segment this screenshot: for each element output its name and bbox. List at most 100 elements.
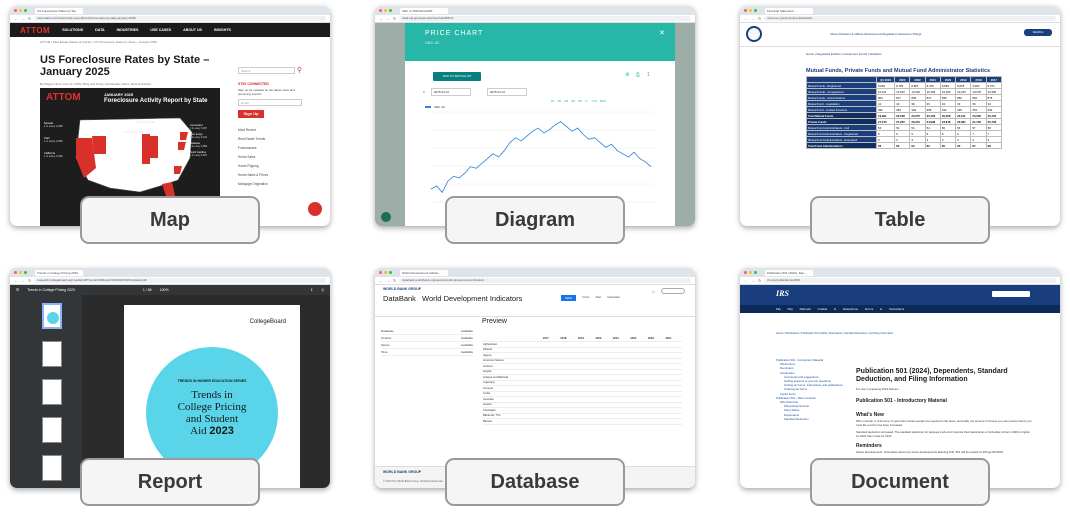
back-arrow-icon[interactable]: ← <box>14 16 18 21</box>
forward-arrow-icon[interactable]: → <box>386 16 390 21</box>
browser-tab[interactable]: CEC 4 | PRICECHART <box>400 7 448 14</box>
close-icon[interactable]: ✕ <box>659 29 665 37</box>
browser-tab[interactable]: World Development Indicat... <box>400 269 448 276</box>
nav-insights[interactable]: INSIGHTS <box>214 28 231 32</box>
maximize-dot-icon[interactable] <box>389 9 392 12</box>
maximize-dot-icon[interactable] <box>754 9 757 12</box>
url-field[interactable]: irs.gov/publications/p501 <box>764 278 1056 283</box>
page-readout[interactable]: 1 / 56 <box>143 288 152 292</box>
page-thumbnail[interactable] <box>42 341 62 367</box>
close-dot-icon[interactable] <box>14 271 17 274</box>
page-thumbnail[interactable] <box>42 417 62 443</box>
tab-metadata[interactable]: Metadata <box>607 295 620 301</box>
forward-arrow-icon[interactable]: → <box>751 278 755 283</box>
forward-arrow-icon[interactable]: → <box>386 278 390 283</box>
sidebar-link-home-sales-prices[interactable]: Home Sales & Prices <box>238 173 302 177</box>
close-dot-icon[interactable] <box>14 9 17 12</box>
reload-icon[interactable]: ↻ <box>758 16 761 21</box>
nav-use-cases[interactable]: USE CASES <box>150 28 171 32</box>
page-thumbnail[interactable] <box>42 455 62 481</box>
maximize-dot-icon[interactable] <box>24 271 27 274</box>
close-dot-icon[interactable] <box>744 9 747 12</box>
minimize-dot-icon[interactable] <box>384 9 387 12</box>
variable-row[interactable]: Series Available <box>381 342 473 349</box>
variable-row[interactable]: Country Available <box>381 335 473 342</box>
tab-table[interactable]: Table <box>561 295 577 301</box>
tab-chart[interactable]: Chart <box>582 295 589 301</box>
sidebar-link-home-flipping[interactable]: Home Flipping <box>238 164 302 168</box>
back-arrow-icon[interactable]: ← <box>744 16 748 21</box>
email-field[interactable]: Email <box>238 99 302 106</box>
home-icon[interactable]: ⌂ <box>652 289 655 295</box>
browser-tab[interactable]: US Foreclosure Rates by Sta <box>35 7 83 14</box>
reload-icon[interactable]: ↻ <box>393 16 396 21</box>
world-bank-logo[interactable]: WORLD BANK GROUP <box>383 287 421 291</box>
forward-arrow-icon[interactable]: → <box>21 278 25 283</box>
reload-icon[interactable]: ↻ <box>758 278 761 283</box>
page-thumbnail[interactable] <box>42 303 62 329</box>
range-1y[interactable]: 1Y <box>585 99 588 103</box>
close-dot-icon[interactable] <box>744 271 747 274</box>
sidebar-link-mortgage-origination[interactable]: Mortgage Origination <box>238 182 302 186</box>
sidebar-link-home-sales[interactable]: Home Sales <box>238 155 302 159</box>
site-logo[interactable]: ATTOM <box>20 26 50 35</box>
url-field[interactable]: databank.worldbank.org/source/world-deve… <box>399 278 691 283</box>
date-to-input[interactable]: 2025-03-31 <box>486 88 527 96</box>
range-6m[interactable]: 6M <box>578 99 582 103</box>
back-arrow-icon[interactable]: ← <box>379 278 383 283</box>
print-icon[interactable]: ⎙ <box>636 72 640 78</box>
main-nav[interactable]: File Pay Refunds Credits & Deductions Fo… <box>740 305 1060 313</box>
tab-map[interactable]: Map <box>596 295 602 301</box>
sign-in-button[interactable] <box>661 288 685 294</box>
maximize-dot-icon[interactable] <box>754 271 757 274</box>
range-5d[interactable]: 5D <box>558 99 562 103</box>
range-1d[interactable]: 1D <box>551 99 555 103</box>
sec-seal-logo[interactable] <box>746 26 762 42</box>
back-arrow-icon[interactable]: ← <box>14 278 18 283</box>
forward-arrow-icon[interactable]: → <box>751 16 755 21</box>
settings-icon[interactable]: ⚙ <box>625 72 629 78</box>
minimize-dot-icon[interactable] <box>19 9 22 12</box>
variable-row[interactable]: Database Available <box>381 328 473 335</box>
browser-tab[interactable]: Publication 501 (2024), Dep... <box>765 269 813 276</box>
url-field[interactable]: www.sec.gov/investment/statistics <box>764 16 1056 21</box>
minimize-dot-icon[interactable] <box>19 271 22 274</box>
chat-bubble-icon[interactable] <box>308 202 322 216</box>
url-field[interactable]: data.eia.gov/openapi/pricechart/NBC4 <box>399 16 691 21</box>
maximize-dot-icon[interactable] <box>389 271 392 274</box>
url-field[interactable]: attomdata.com/news/most-recent/foreclosu… <box>34 16 326 21</box>
date-from-input[interactable]: 2025-03-01 <box>430 88 471 96</box>
search-input[interactable]: Search <box>238 66 295 74</box>
reload-icon[interactable]: ↻ <box>28 16 31 21</box>
sidebar-link-foreclosures[interactable]: Foreclosures <box>238 146 302 150</box>
menu-icon[interactable]: ☰ <box>16 288 19 292</box>
accessibility-icon[interactable] <box>381 212 391 222</box>
range-1m[interactable]: 1M <box>564 99 568 103</box>
variable-row[interactable]: Time Available <box>381 349 473 356</box>
page-thumbnail[interactable] <box>42 379 62 405</box>
reload-icon[interactable]: ↻ <box>28 278 31 283</box>
search-icon[interactable]: ⚲ <box>297 66 302 74</box>
close-dot-icon[interactable] <box>379 271 382 274</box>
search-input[interactable] <box>992 291 1030 297</box>
reload-icon[interactable]: ↻ <box>393 278 396 283</box>
browser-tab[interactable]: Financial Statement ... <box>765 7 813 14</box>
add-to-watchlist-button[interactable]: ADD TO WATCHLIST <box>433 72 481 81</box>
nav-data[interactable]: DATA <box>95 28 104 32</box>
zoom-level[interactable]: 100% <box>160 288 169 292</box>
maximize-dot-icon[interactable] <box>24 9 27 12</box>
close-dot-icon[interactable] <box>379 9 382 12</box>
sign-up-button[interactable]: Sign Up <box>238 110 264 118</box>
print-icon[interactable]: ⎙ <box>321 288 324 292</box>
minimize-dot-icon[interactable] <box>749 9 752 12</box>
range-max[interactable]: MAX <box>600 99 606 103</box>
toc-item[interactable]: Standard Deduction <box>776 417 846 421</box>
site-nav[interactable]: About Divisions & Offices Enforcement Re… <box>830 32 921 36</box>
range-3m[interactable]: 3M <box>571 99 575 103</box>
back-arrow-icon[interactable]: ← <box>379 16 383 21</box>
browser-tab[interactable]: Trends in College Pricing 2023 <box>35 269 83 276</box>
download-icon[interactable]: ↧ <box>310 288 313 292</box>
forward-arrow-icon[interactable]: → <box>21 16 25 21</box>
minimize-dot-icon[interactable] <box>384 271 387 274</box>
nav-solutions[interactable]: SOLUTIONS <box>62 28 83 32</box>
